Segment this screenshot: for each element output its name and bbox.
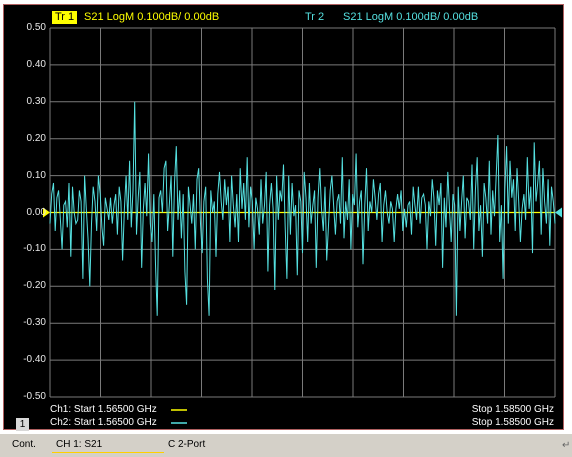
- ch2-start-label: Ch2: Start 1.56500 GHz: [50, 417, 157, 428]
- paragraph-return-icon: ↵: [562, 440, 571, 451]
- sweep-mode-status[interactable]: Cont.: [12, 439, 36, 450]
- y-tick-label: -0.20: [23, 280, 46, 292]
- active-channel-status[interactable]: CH 1: S21: [56, 439, 102, 450]
- y-tick-label: 0.00: [26, 206, 46, 218]
- trace2-label[interactable]: S21 LogM 0.100dB/ 0.00dB: [343, 11, 478, 24]
- y-tick-label: 0.30: [26, 95, 46, 107]
- ch1-start-label: Ch1: Start 1.56500 GHz: [50, 404, 157, 415]
- legend-swatches: [171, 409, 187, 424]
- status-bar: Cont. CH 1: S21 C 2-Port: [0, 434, 572, 457]
- y-tick-label: -0.10: [23, 243, 46, 255]
- y-tick-label: 0.50: [26, 22, 46, 33]
- trace2-reference-marker: [555, 207, 562, 218]
- ch1-stop-label: Stop 1.58500 GHz: [471, 404, 554, 415]
- channel-number-badge[interactable]: 1: [16, 418, 29, 431]
- y-tick-label: -0.50: [23, 391, 46, 402]
- calibration-status[interactable]: C 2-Port: [168, 439, 205, 450]
- plot-area: [43, 27, 562, 398]
- y-tick-label: -0.40: [23, 354, 46, 366]
- trace1-label[interactable]: S21 LogM 0.100dB/ 0.00dB: [84, 11, 219, 24]
- trace1-tag[interactable]: Tr 1: [52, 11, 78, 24]
- y-tick-label: -0.30: [23, 317, 46, 329]
- ch2-stop-label: Stop 1.58500 GHz: [471, 417, 554, 428]
- y-tick-label: 0.20: [26, 132, 46, 144]
- trace2-tag[interactable]: Tr 2: [305, 11, 324, 24]
- y-tick-label: 0.10: [26, 169, 46, 181]
- y-tick-label: 0.40: [26, 58, 46, 70]
- chart-frame: Tr 1 S21 LogM 0.100dB/ 0.00dB Tr 2 S21 L…: [3, 4, 564, 431]
